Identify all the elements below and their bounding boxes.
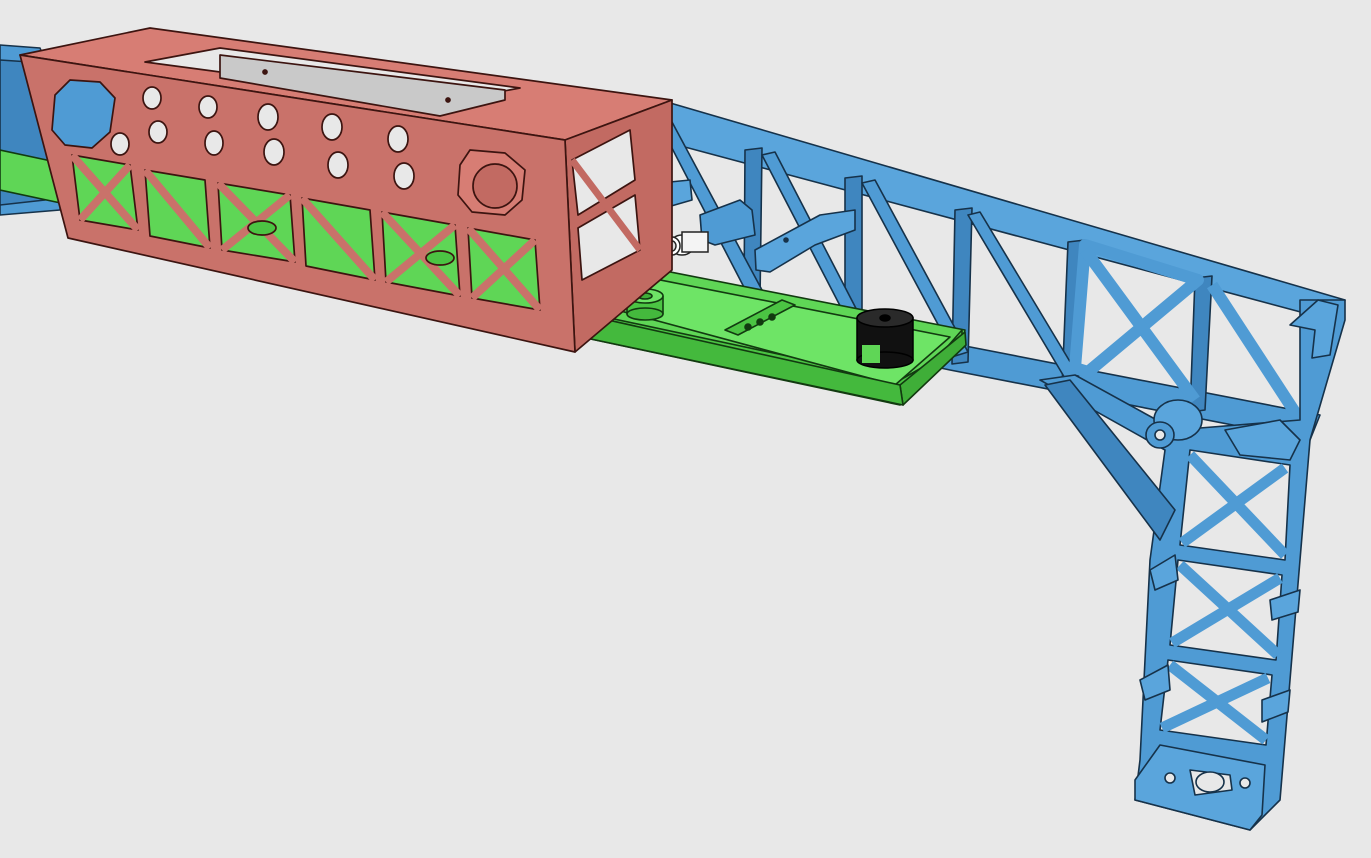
black-cylinder[interactable] — [856, 308, 914, 369]
model-canvas[interactable] — [0, 0, 1371, 858]
cad-viewport[interactable] — [0, 0, 1371, 858]
